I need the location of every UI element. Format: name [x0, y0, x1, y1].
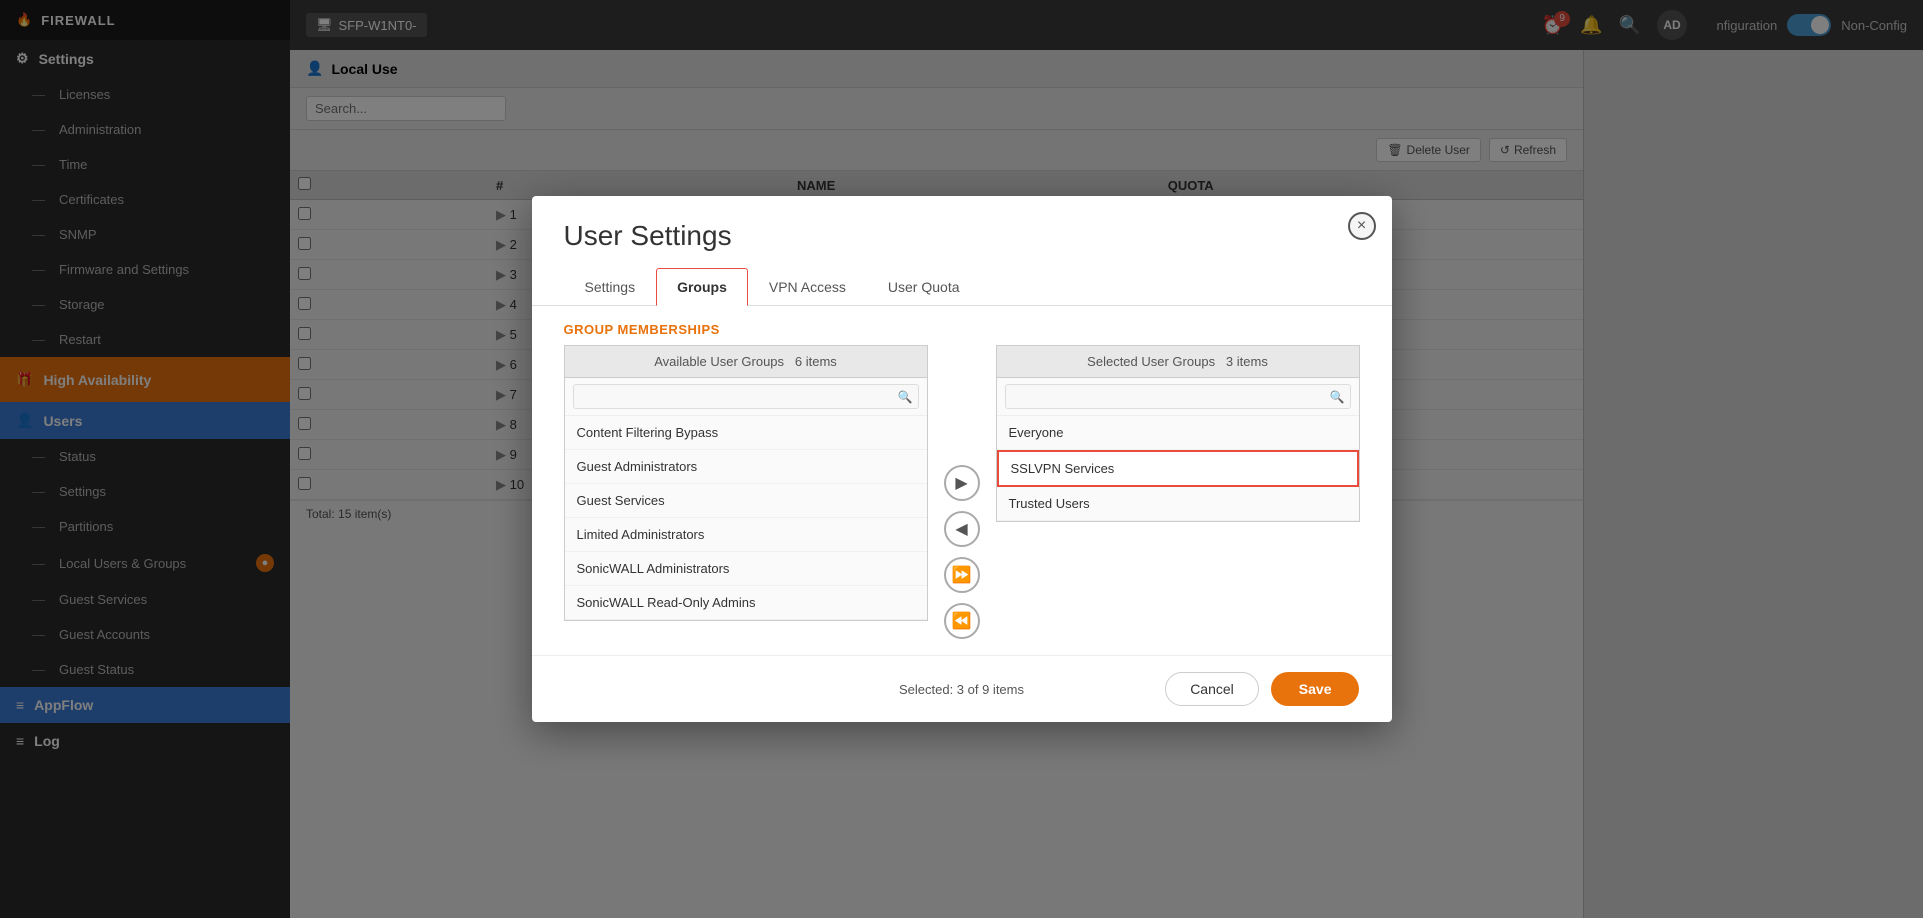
modal-footer: Selected: 3 of 9 items Cancel Save	[532, 655, 1392, 722]
tab-user-quota[interactable]: User Quota	[867, 268, 981, 306]
selected-groups-list: EveryoneSSLVPN ServicesTrusted Users	[997, 416, 1359, 521]
tab-vpn-access[interactable]: VPN Access	[748, 268, 867, 306]
close-icon: ×	[1357, 217, 1366, 235]
save-label: Save	[1299, 681, 1332, 697]
selected-groups-panel: Selected User Groups 3 items 🔍 EveryoneS…	[996, 345, 1360, 522]
modal-close-button[interactable]: ×	[1348, 212, 1376, 240]
transfer-buttons: ▶ ◀ ⏩ ⏪	[928, 345, 996, 639]
tab-groups[interactable]: Groups	[656, 268, 748, 306]
list-item[interactable]: Guest Administrators	[565, 450, 927, 484]
list-item[interactable]: Trusted Users	[997, 487, 1359, 521]
move-all-right-button[interactable]: ⏩	[944, 557, 980, 593]
available-groups-search-input[interactable]	[573, 384, 919, 409]
tab-user-quota-label: User Quota	[888, 279, 960, 295]
cancel-label: Cancel	[1190, 681, 1234, 697]
list-item[interactable]: SSLVPN Services	[997, 450, 1359, 487]
search-icon: 🔍	[898, 390, 913, 404]
search-icon: 🔍	[1330, 390, 1345, 404]
list-item[interactable]: SonicWALL Read-Only Admins	[565, 586, 927, 620]
move-left-button[interactable]: ◀	[944, 511, 980, 547]
modal-overlay[interactable]: × User Settings Settings Groups VPN Acce…	[0, 0, 1923, 918]
available-groups-header: Available User Groups 6 items	[565, 346, 927, 378]
tab-groups-label: Groups	[677, 279, 727, 295]
available-groups-title: Available User Groups	[654, 354, 784, 369]
selected-groups-count: 3 items	[1226, 354, 1268, 369]
list-item[interactable]: SonicWALL Administrators	[565, 552, 927, 586]
tab-settings[interactable]: Settings	[564, 268, 657, 306]
move-right-button[interactable]: ▶	[944, 465, 980, 501]
list-item[interactable]: Limited Administrators	[565, 518, 927, 552]
selected-groups-header: Selected User Groups 3 items	[997, 346, 1359, 378]
selected-groups-search-input[interactable]	[1005, 384, 1351, 409]
list-item[interactable]: Guest Services	[565, 484, 927, 518]
footer-buttons: Cancel Save	[1094, 672, 1359, 706]
tab-vpn-access-label: VPN Access	[769, 279, 846, 295]
tab-settings-label: Settings	[585, 279, 636, 295]
modal-tabs: Settings Groups VPN Access User Quota	[532, 268, 1392, 306]
available-groups-search: 🔍	[565, 378, 927, 416]
available-groups-count: 6 items	[795, 354, 837, 369]
group-memberships-label: GROUP MEMBERSHIPS	[532, 306, 1392, 345]
available-groups-list: Content Filtering BypassGuest Administra…	[565, 416, 927, 620]
save-button[interactable]: Save	[1271, 672, 1360, 706]
list-item[interactable]: Everyone	[997, 416, 1359, 450]
move-all-left-button[interactable]: ⏪	[944, 603, 980, 639]
cancel-button[interactable]: Cancel	[1165, 672, 1259, 706]
list-item[interactable]: Content Filtering Bypass	[565, 416, 927, 450]
modal-title: User Settings	[532, 196, 1392, 252]
available-groups-panel: Available User Groups 6 items 🔍 Content …	[564, 345, 928, 621]
selected-count: Selected: 3 of 9 items	[829, 682, 1094, 697]
selected-groups-title: Selected User Groups	[1087, 354, 1215, 369]
user-settings-modal: × User Settings Settings Groups VPN Acce…	[532, 196, 1392, 722]
selected-groups-search: 🔍	[997, 378, 1359, 416]
groups-container: Available User Groups 6 items 🔍 Content …	[532, 345, 1392, 639]
